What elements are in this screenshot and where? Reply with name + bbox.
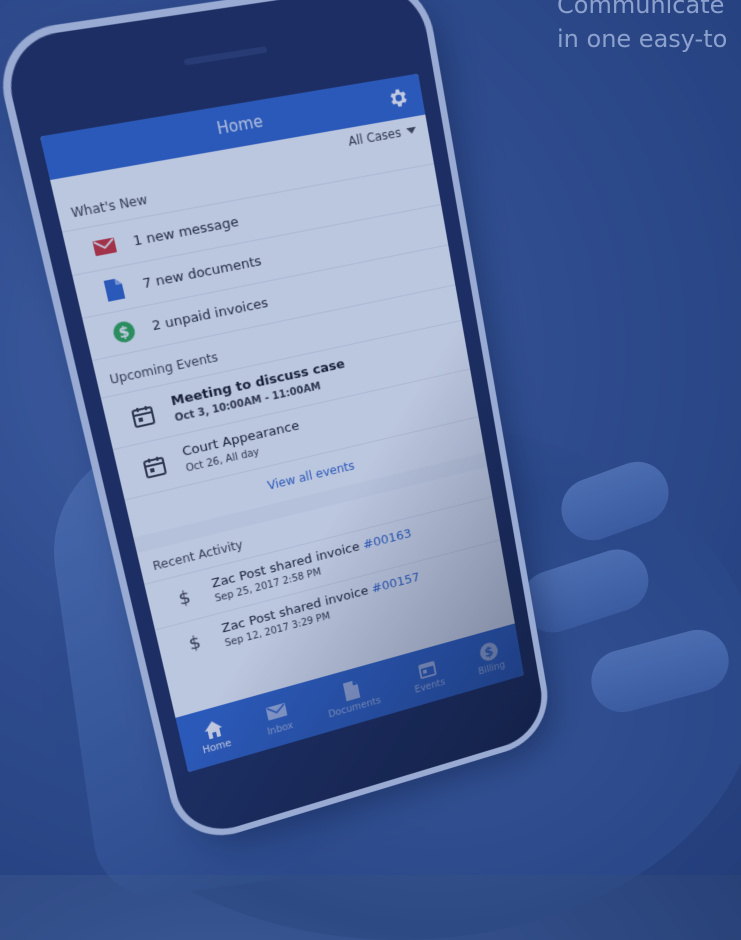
app-screen: Home All Cases What's New 1 new message (40, 74, 524, 773)
home-icon (200, 717, 226, 743)
calendar-icon (141, 453, 168, 480)
document-icon (100, 276, 128, 303)
envelope-icon (90, 233, 119, 261)
phone-stage: Home All Cases What's New 1 new message (0, 0, 741, 875)
caret-down-icon (406, 127, 417, 135)
inbox-icon (264, 699, 289, 725)
calendar-icon (415, 657, 438, 682)
tab-billing[interactable]: $ Billing (474, 638, 506, 677)
dollar-sign-icon: $ (171, 586, 197, 611)
phone-speaker (183, 46, 267, 65)
tab-events[interactable]: Events (410, 655, 446, 695)
calendar-icon (129, 403, 157, 430)
dollar-sign-icon: $ (182, 631, 208, 656)
tab-documents[interactable]: Documents (323, 673, 382, 720)
gear-icon[interactable] (385, 85, 410, 111)
dollar-icon: $ (477, 640, 500, 665)
tab-home[interactable]: Home (197, 716, 233, 757)
document-icon (339, 678, 363, 703)
case-filter-label: All Cases (347, 125, 402, 149)
page-title: Home (215, 112, 264, 139)
whats-new-label: 1 new message (132, 214, 241, 249)
phone-device: Home All Cases What's New 1 new message (0, 0, 548, 841)
dollar-icon: $ (110, 318, 138, 345)
tab-inbox[interactable]: Inbox (262, 698, 295, 738)
